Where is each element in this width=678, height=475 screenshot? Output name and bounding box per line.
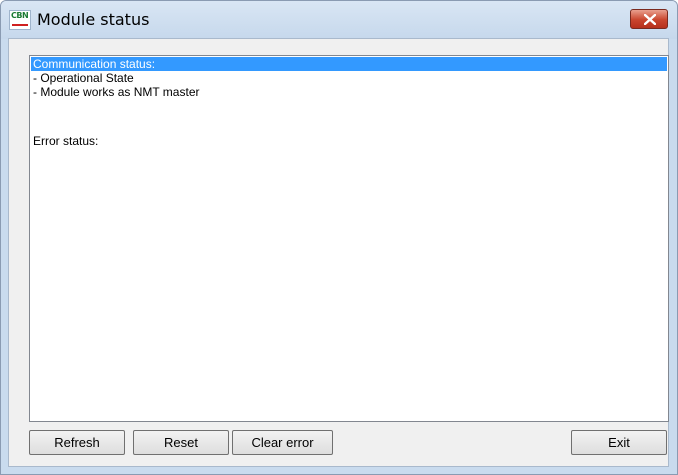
app-icon-bar [12, 24, 28, 26]
cbn-logo-icon: CBN [9, 10, 31, 30]
close-icon [644, 14, 656, 25]
module-status-window: CBN Module status Communication status: … [0, 0, 678, 475]
refresh-button[interactable]: Refresh [29, 430, 125, 455]
title-bar[interactable]: CBN Module status [1, 1, 677, 39]
app-icon-text: CBN [11, 11, 29, 20]
list-item[interactable]: - Operational State [31, 71, 667, 85]
exit-button[interactable]: Exit [571, 430, 667, 455]
list-item[interactable]: Communication status: [31, 57, 667, 71]
list-item[interactable]: - Module works as NMT master [31, 85, 667, 99]
list-item[interactable]: Error status: [31, 134, 667, 148]
dialog-client-area: Communication status: - Operational Stat… [8, 38, 669, 467]
list-item-text: Communication status: [33, 57, 156, 71]
list-item-text: Error status: [33, 134, 99, 148]
list-item-text: - Operational State [33, 71, 134, 85]
window-title: Module status [37, 10, 150, 29]
list-item[interactable] [31, 99, 667, 113]
clear-error-button[interactable]: Clear error [232, 430, 333, 455]
list-item-text: - Module works as NMT master [33, 85, 200, 99]
close-button[interactable] [630, 9, 668, 29]
reset-button[interactable]: Reset [133, 430, 229, 455]
status-listbox[interactable]: Communication status: - Operational Stat… [29, 55, 669, 422]
list-item[interactable] [31, 113, 667, 127]
